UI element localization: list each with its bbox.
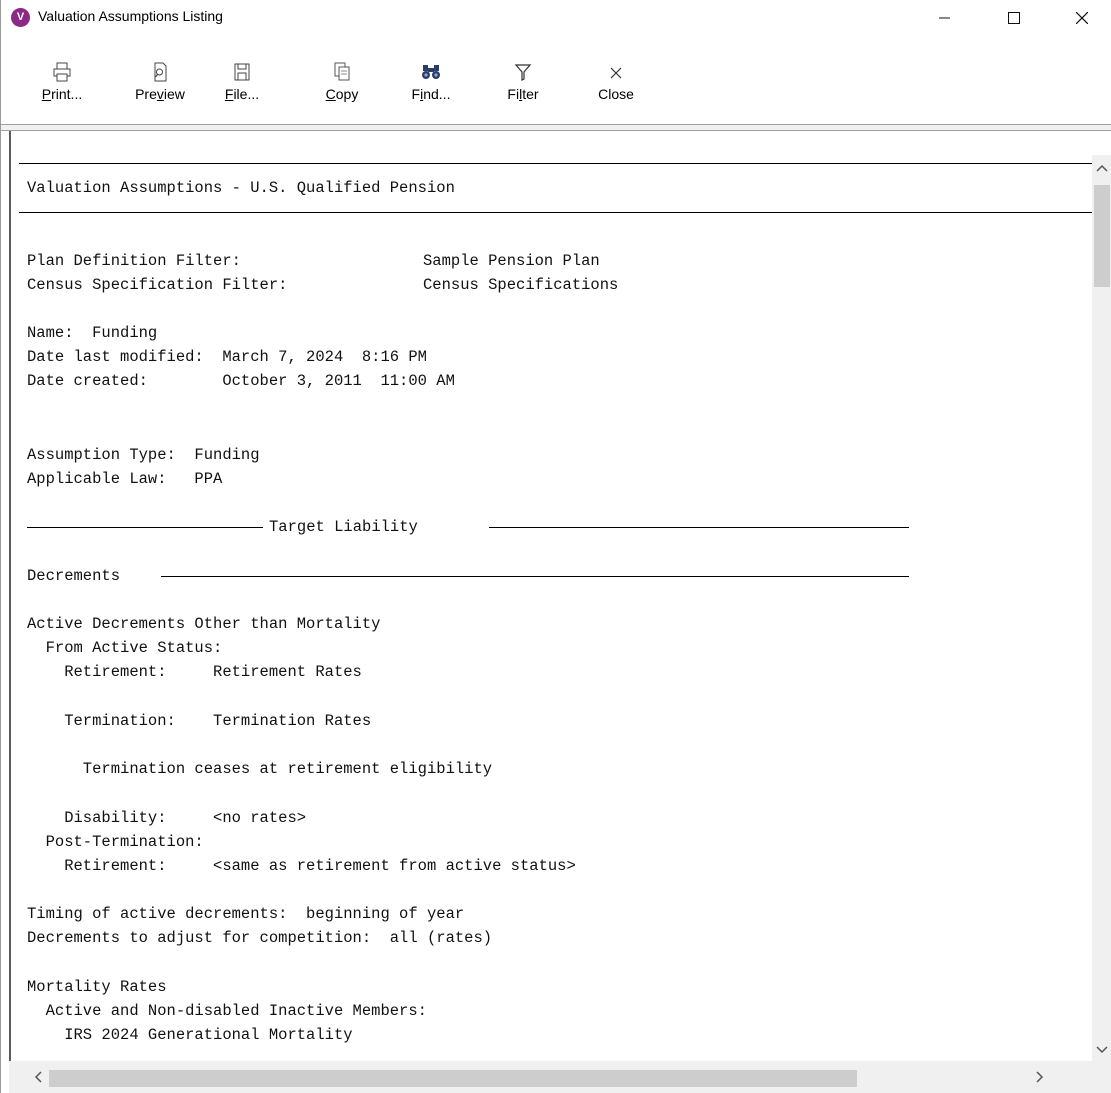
close-icon (610, 67, 622, 79)
copy-icon (334, 62, 350, 81)
vertical-scrollbar[interactable] (1092, 155, 1111, 1061)
window-title: Valuation Assumptions Listing (38, 8, 223, 24)
retirement-line: Retirement: Retirement Rates (27, 663, 362, 681)
active-decrements-heading: Active Decrements Other than Mortality (27, 615, 381, 633)
report-heading: Valuation Assumptions - U.S. Qualified P… (27, 179, 455, 197)
preview-button[interactable]: Preview (121, 61, 199, 113)
census-filter-label: Census Specification Filter: (27, 276, 288, 294)
mortality-table: IRS 2024 Generational Mortality (27, 1026, 353, 1044)
scroll-right-icon[interactable] (1033, 1070, 1047, 1084)
find-button[interactable]: Find... (406, 61, 456, 113)
report-view[interactable]: Valuation Assumptions - U.S. Qualified P… (9, 131, 1092, 1061)
maximize-icon (1008, 12, 1020, 24)
copy-button[interactable]: Copy (317, 61, 367, 113)
heading-rule-top (19, 163, 1092, 164)
close-label: Close (598, 86, 634, 102)
file-label: File... (224, 86, 260, 102)
plan-filter-value: Sample Pension Plan (423, 252, 600, 270)
vertical-scroll-thumb[interactable] (1094, 185, 1110, 287)
filter-icon (514, 64, 532, 81)
print-icon (53, 62, 71, 82)
from-active-status: From Active Status: (27, 639, 223, 657)
scroll-left-icon[interactable] (31, 1070, 45, 1084)
mortality-active: Active and Non-disabled Inactive Members… (27, 1002, 427, 1020)
scroll-down-icon[interactable] (1095, 1043, 1109, 1057)
find-label: Find... (411, 86, 451, 102)
plan-filter-label: Plan Definition Filter: (27, 252, 241, 270)
preview-label: Preview (135, 86, 185, 102)
target-rule-right (489, 527, 909, 528)
termination-note: Termination ceases at retirement eligibi… (27, 760, 493, 778)
preview-icon (154, 62, 167, 82)
assumption-type-line: Assumption Type: Funding (27, 446, 260, 464)
print-label: Print... (41, 86, 83, 102)
close-button[interactable]: Close (590, 61, 642, 113)
toolbar-separator (1, 124, 1111, 131)
file-button[interactable]: File... (219, 61, 265, 113)
save-file-icon (234, 63, 250, 81)
created-line: Date created: October 3, 2011 11:00 AM (27, 372, 455, 390)
maximize-button[interactable] (991, 0, 1037, 34)
decrements-rule (161, 576, 909, 577)
horizontal-scroll-thumb[interactable] (49, 1070, 857, 1087)
target-rule-left (27, 527, 263, 528)
modified-line: Date last modified: March 7, 2024 8:16 P… (27, 348, 427, 366)
section-decrements: Decrements (27, 567, 121, 585)
disability-line: Disability: <no rates> (27, 809, 307, 827)
close-window-button[interactable] (1059, 0, 1105, 34)
close-window-icon (1076, 12, 1088, 24)
report-window: V Valuation Assumptions Listing Print... (0, 0, 1111, 1093)
section-target-liability: Target Liability (269, 518, 418, 536)
applicable-law-line: Applicable Law: PPA (27, 470, 223, 488)
minimize-icon (939, 17, 950, 19)
heading-rule-bottom (19, 212, 1092, 213)
competition-line: Decrements to adjust for competition: al… (27, 929, 493, 947)
minimize-button[interactable] (922, 0, 968, 34)
census-filter-value: Census Specifications (423, 276, 619, 294)
termination-line: Termination: Termination Rates (27, 712, 372, 730)
filter-label: Filter (507, 86, 539, 102)
name-line: Name: Funding (27, 324, 158, 342)
toolbar: Print... Preview File... Copy Find... Fi… (1, 34, 1111, 124)
title-bar[interactable]: V Valuation Assumptions Listing (1, 0, 1111, 34)
timing-line: Timing of active decrements: beginning o… (27, 905, 465, 923)
scroll-up-icon[interactable] (1095, 161, 1109, 175)
horizontal-scrollbar[interactable] (9, 1061, 1111, 1093)
binoculars-icon (422, 65, 440, 79)
print-button[interactable]: Print... (39, 61, 85, 113)
copy-label: Copy (325, 86, 359, 102)
app-logo-icon: V (11, 8, 30, 27)
post-retirement-line: Retirement: <same as retirement from act… (27, 857, 576, 875)
mortality-heading: Mortality Rates (27, 978, 167, 996)
filter-button[interactable]: Filter (498, 61, 548, 113)
post-termination: Post-Termination: (27, 833, 204, 851)
